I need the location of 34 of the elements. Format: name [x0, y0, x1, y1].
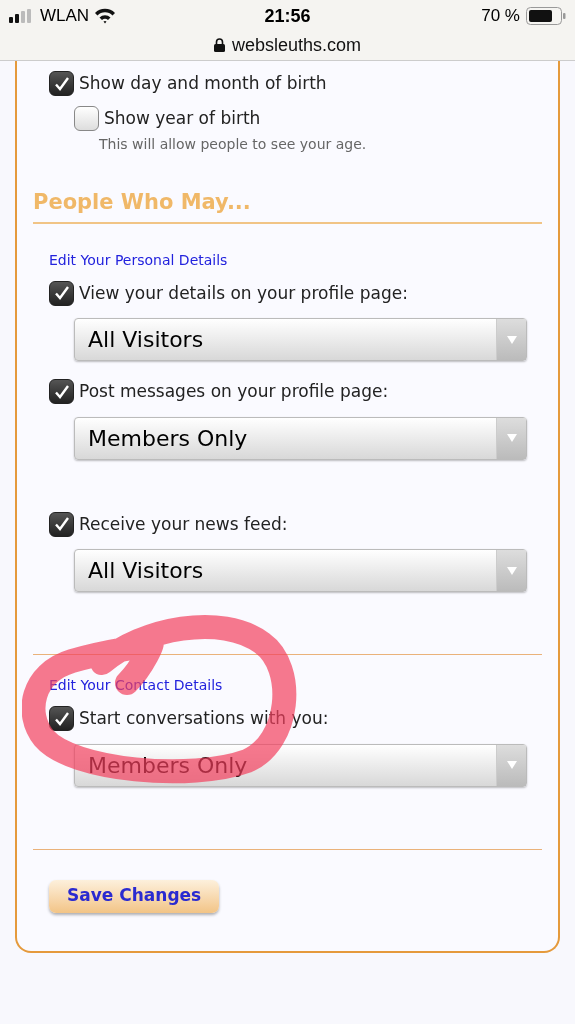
wifi-icon — [94, 8, 117, 24]
option-label: Post messages on your profile page: — [79, 380, 389, 403]
save-button[interactable]: Save Changes — [49, 879, 220, 913]
select-dropdown[interactable]: All Visitors — [74, 549, 527, 592]
section-link[interactable]: Edit Your Personal Details — [49, 249, 228, 271]
select-dropdown[interactable]: All Visitors — [74, 318, 527, 361]
dropdown-arrow-icon — [506, 566, 517, 575]
checkbox[interactable] — [74, 105, 99, 131]
dropdown-arrow-icon — [506, 761, 517, 769]
dropdown-arrow-icon — [506, 434, 517, 442]
battery-percentage: 70 % — [481, 5, 520, 28]
url-text[interactable]: websleuths.com — [231, 31, 362, 59]
option-label: View your details on your profile page: — [79, 281, 408, 305]
checkmark-icon — [53, 710, 70, 727]
battery-icon — [526, 7, 566, 25]
lock-icon — [213, 38, 225, 52]
hint-text: This will allow people to see your age. — [99, 135, 368, 154]
checkbox[interactable] — [49, 71, 74, 97]
select-dropdown[interactable]: Members Only — [74, 416, 527, 460]
clock-time: 21:56 — [264, 4, 311, 28]
dropdown-arrow-icon — [506, 335, 517, 344]
option-label: Show day and month of birth — [79, 72, 327, 95]
section-heading: People Who May... — [33, 187, 542, 224]
checkbox[interactable] — [49, 706, 74, 732]
option-label: Receive your news feed: — [79, 512, 288, 536]
checkbox[interactable] — [49, 379, 74, 405]
checkmark-icon — [53, 285, 70, 302]
checkmark-icon — [53, 516, 70, 533]
checkmark-icon — [53, 383, 70, 400]
option-label: Show year of birth — [104, 106, 261, 130]
checkmark-icon — [53, 75, 70, 92]
carrier-label: WLAN — [40, 5, 90, 28]
checkbox[interactable] — [49, 280, 74, 306]
checkbox[interactable] — [49, 511, 74, 537]
